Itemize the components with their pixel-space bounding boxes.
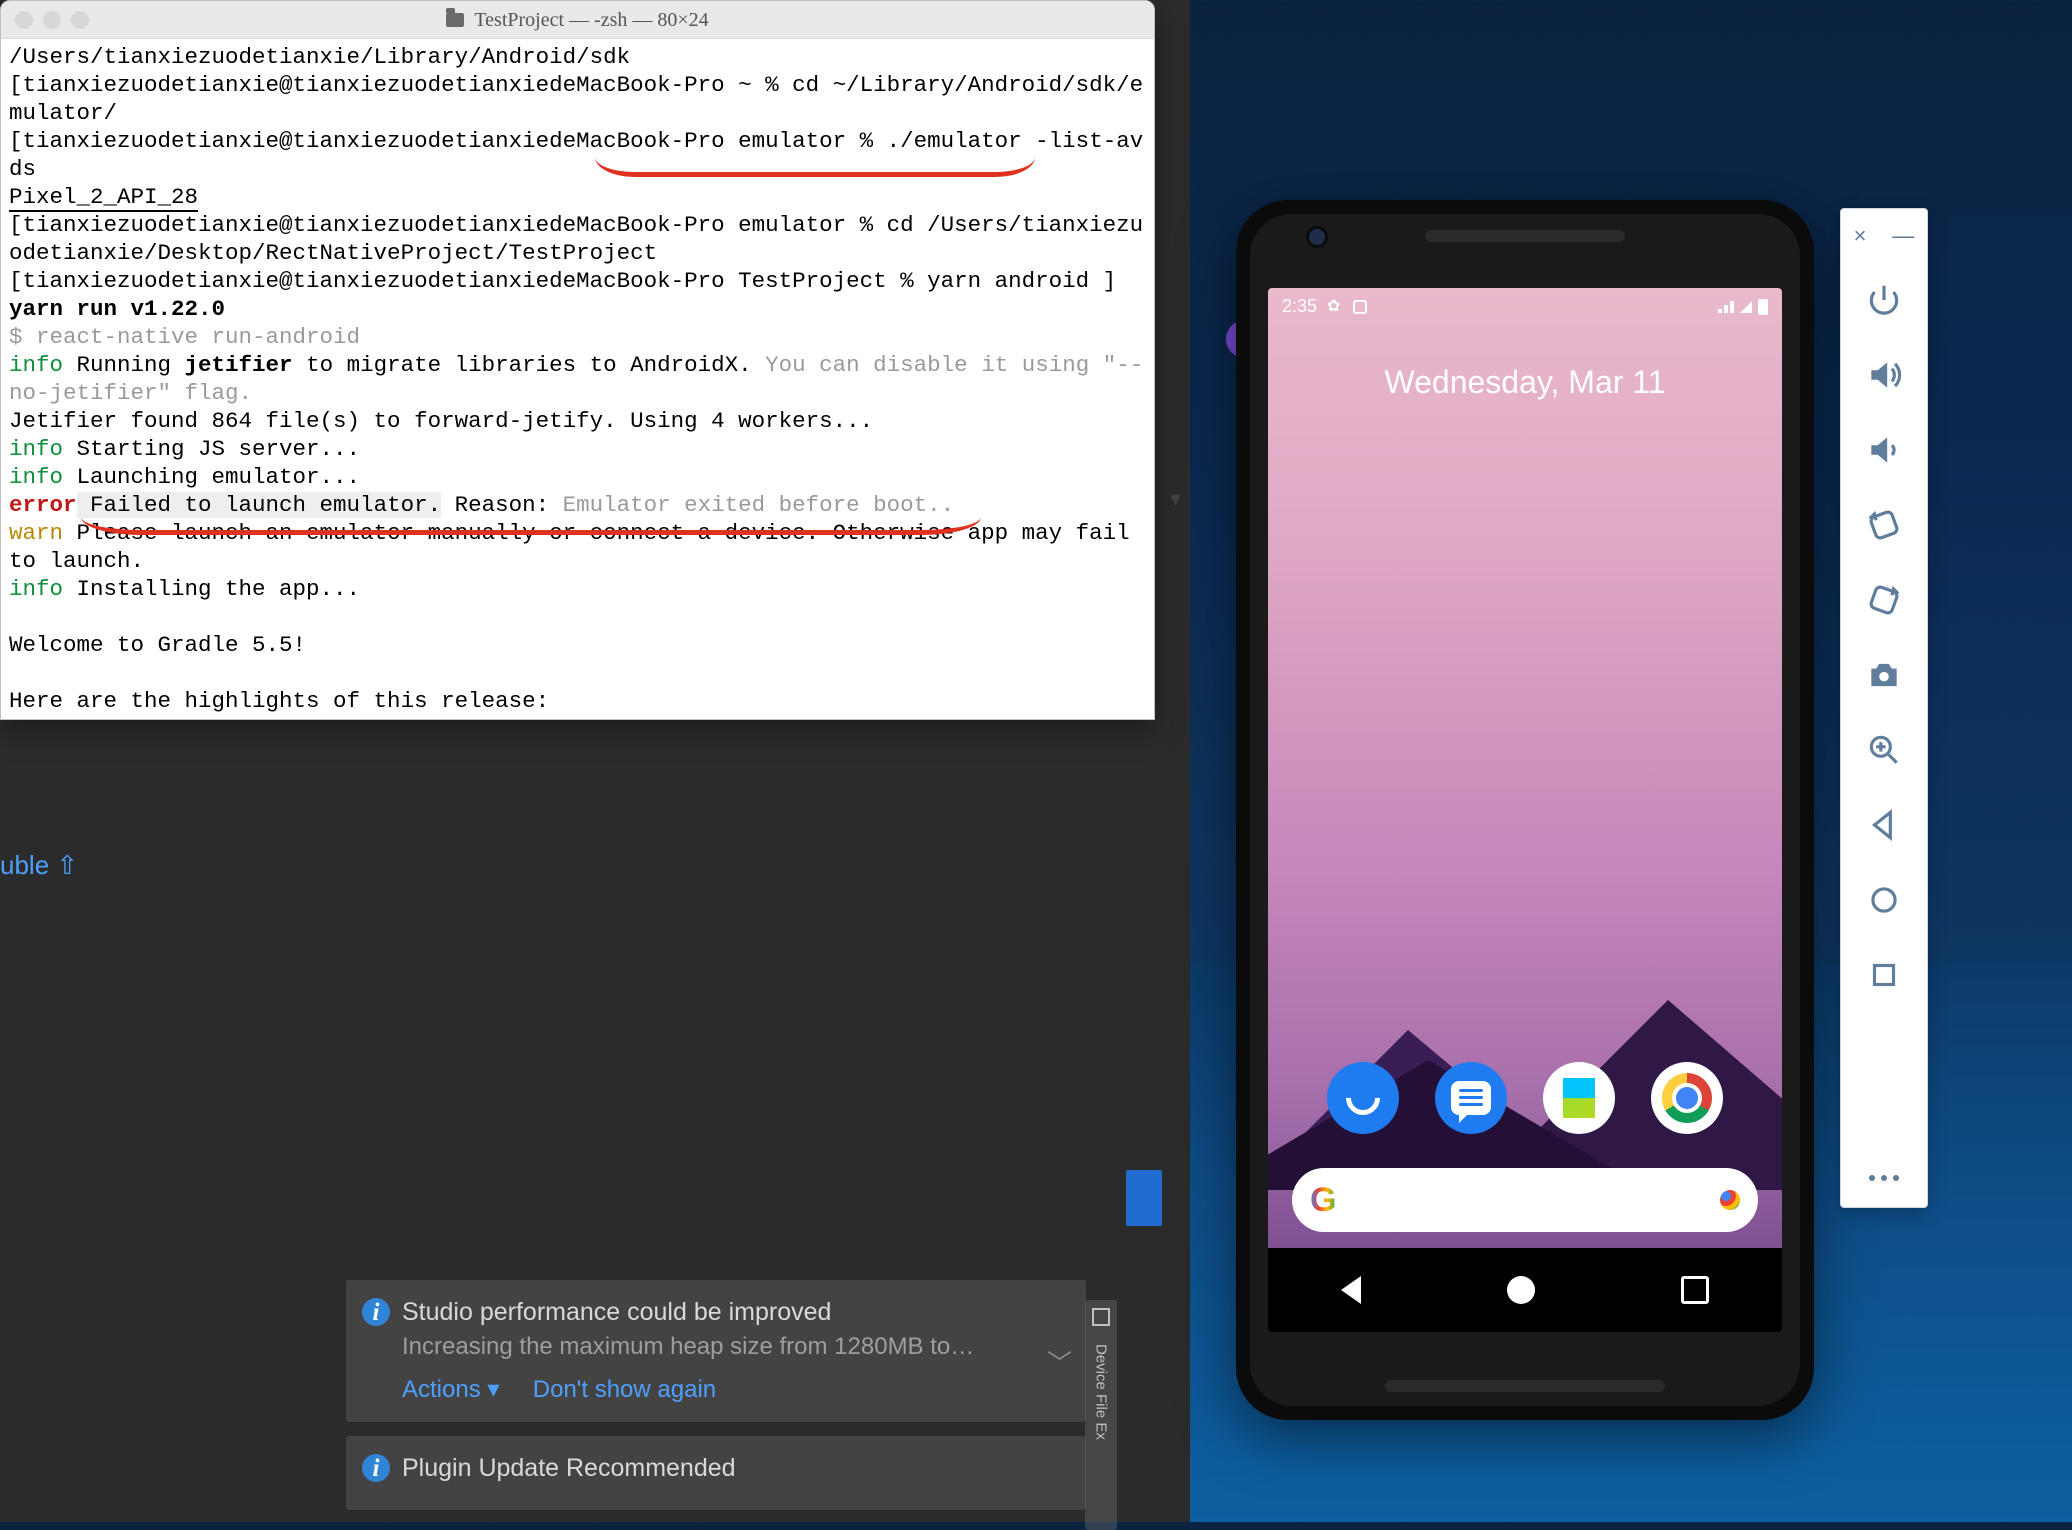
zoom-icon[interactable] <box>1865 731 1903 774</box>
emulator-close-button[interactable]: × <box>1854 223 1867 249</box>
app-dock <box>1268 1062 1782 1134</box>
battery-icon <box>1758 299 1768 315</box>
play-store-icon[interactable] <box>1543 1062 1615 1134</box>
notif-title: Plugin Update Recommended <box>402 1454 1066 1483</box>
gear-icon <box>1327 299 1343 315</box>
rotate-right-icon[interactable] <box>1865 581 1903 624</box>
ide-blue-fragment <box>1126 1170 1162 1226</box>
emulator-minimize-button[interactable]: — <box>1892 223 1914 249</box>
phone-screen[interactable]: 2:35 Wednesday, Mar 11 <box>1268 288 1782 1332</box>
notif-performance[interactable]: i Studio performance could be improved I… <box>346 1280 1086 1422</box>
toolbar-home-icon[interactable] <box>1865 881 1903 924</box>
bottom-speaker <box>1385 1380 1665 1392</box>
notif-title: Studio performance could be improved <box>402 1298 1066 1327</box>
status-time: 2:35 <box>1282 296 1317 317</box>
volume-down-icon[interactable] <box>1865 431 1903 474</box>
terminal-output[interactable]: /Users/tianxiezuodetianxie/Library/Andro… <box>1 39 1154 719</box>
notif-icon <box>1353 300 1367 314</box>
nav-back-button[interactable] <box>1341 1276 1361 1304</box>
android-nav-bar <box>1268 1248 1782 1332</box>
home-date: Wednesday, Mar 11 <box>1268 364 1782 401</box>
info-icon: i <box>362 1298 390 1326</box>
toolbar-back-icon[interactable] <box>1865 806 1903 849</box>
phone-bezel: 2:35 Wednesday, Mar 11 <box>1236 200 1814 1420</box>
assistant-icon[interactable] <box>1720 1190 1740 1210</box>
power-icon[interactable] <box>1865 281 1903 324</box>
bg-caret[interactable]: ▾ <box>1170 486 1181 512</box>
terminal-window[interactable]: TestProject — -zsh — 80×24 /Users/tianxi… <box>0 0 1155 720</box>
google-search-bar[interactable]: G <box>1292 1168 1758 1232</box>
phone-app-icon[interactable] <box>1327 1062 1399 1134</box>
emulator-toolbar: × — <box>1840 208 1928 1208</box>
notif-subtitle: Increasing the maximum heap size from 12… <box>402 1333 1066 1361</box>
chevron-down-icon[interactable]: ﹀ <box>1047 1344 1072 1380</box>
speaker-grill <box>1425 230 1625 242</box>
nav-home-button[interactable] <box>1507 1276 1535 1304</box>
signal-icon <box>1740 301 1752 313</box>
volume-up-icon[interactable] <box>1865 356 1903 399</box>
chrome-app-icon[interactable] <box>1651 1062 1723 1134</box>
messages-app-icon[interactable] <box>1435 1062 1507 1134</box>
device-file-icon <box>1092 1308 1110 1326</box>
android-emulator[interactable]: 2:35 Wednesday, Mar 11 <box>1236 200 1814 1420</box>
ide-partial-text[interactable]: uble ⇧ <box>0 850 78 881</box>
folder-icon <box>446 13 464 27</box>
rotate-left-icon[interactable] <box>1865 506 1903 549</box>
toolbar-recent-icon[interactable] <box>1865 956 1903 999</box>
notif-plugin-update[interactable]: i Plugin Update Recommended <box>346 1436 1086 1510</box>
info-icon: i <box>362 1454 390 1482</box>
traffic-lights[interactable] <box>15 11 89 29</box>
nav-recent-button[interactable] <box>1681 1276 1709 1304</box>
front-camera <box>1306 226 1328 248</box>
terminal-titlebar[interactable]: TestProject — -zsh — 80×24 <box>1 1 1154 39</box>
more-icon[interactable] <box>1869 1175 1899 1181</box>
ide-side-tab-device-file[interactable]: Device File Ex <box>1085 1300 1117 1530</box>
wifi-icon <box>1718 301 1734 313</box>
status-bar[interactable]: 2:35 <box>1268 288 1782 325</box>
google-logo-icon: G <box>1310 1181 1336 1220</box>
dont-show-link[interactable]: Don't show again <box>533 1376 716 1403</box>
actions-link[interactable]: Actions ▾ <box>402 1376 499 1403</box>
terminal-title: TestProject — -zsh — 80×24 <box>474 6 708 34</box>
camera-icon[interactable] <box>1865 656 1903 699</box>
